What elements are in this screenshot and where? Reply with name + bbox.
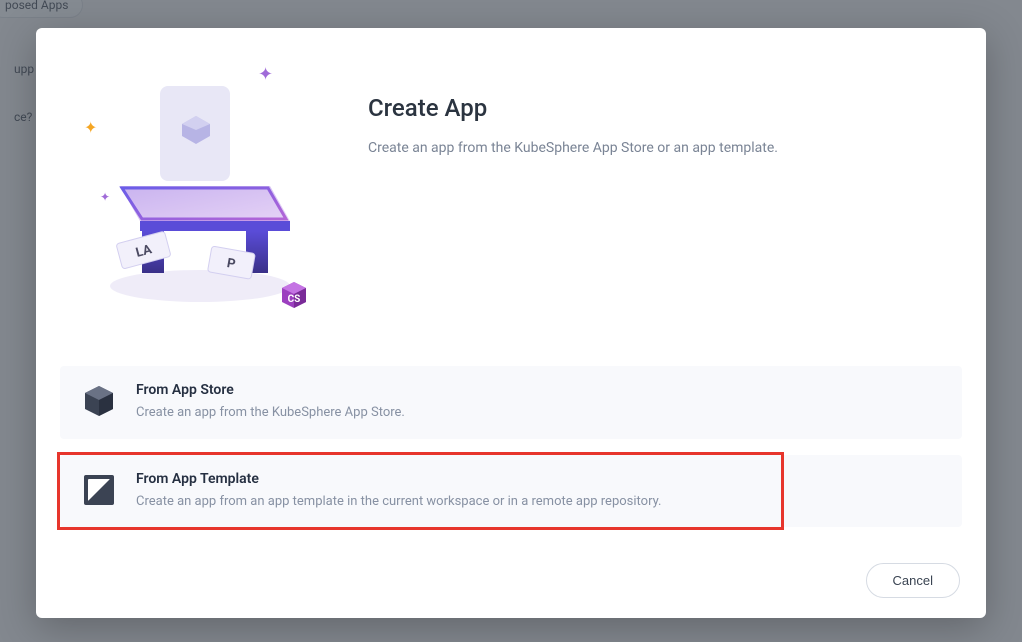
option-title: From App Store — [136, 382, 405, 398]
svg-text:CS: CS — [288, 294, 301, 305]
modal-footer: Cancel — [36, 544, 986, 618]
cancel-button[interactable]: Cancel — [866, 563, 960, 598]
modal-subtitle: Create an app from the KubeSphere App St… — [368, 138, 950, 159]
modal-title: Create App — [368, 94, 950, 122]
options-list: From App Store Create an app from the Ku… — [36, 340, 986, 544]
modal-header-text: Create App Create an app from the KubeSp… — [368, 56, 950, 320]
option-desc: Create an app from an app template in th… — [136, 492, 661, 512]
star-icon: ✦ — [258, 64, 273, 85]
app-box-illustration: LA P CS — [60, 56, 340, 316]
star-icon: ✦ — [84, 118, 97, 137]
option-from-app-store[interactable]: From App Store Create an app from the Ku… — [60, 366, 962, 439]
create-app-illustration: ✦ ✦ ✦ — [60, 56, 340, 320]
option-from-app-template[interactable]: From App Template Create an app from an … — [60, 455, 962, 528]
template-icon — [80, 471, 118, 509]
option-body: From App Store Create an app from the Ku… — [136, 382, 405, 423]
option-desc: Create an app from the KubeSphere App St… — [136, 403, 405, 423]
create-app-modal: ✦ ✦ ✦ — [36, 28, 986, 618]
option-title: From App Template — [136, 471, 661, 487]
option-body: From App Template Create an app from an … — [136, 471, 661, 512]
cube-icon — [80, 382, 118, 420]
star-icon: ✦ — [100, 190, 110, 204]
modal-header: ✦ ✦ ✦ — [36, 28, 986, 340]
